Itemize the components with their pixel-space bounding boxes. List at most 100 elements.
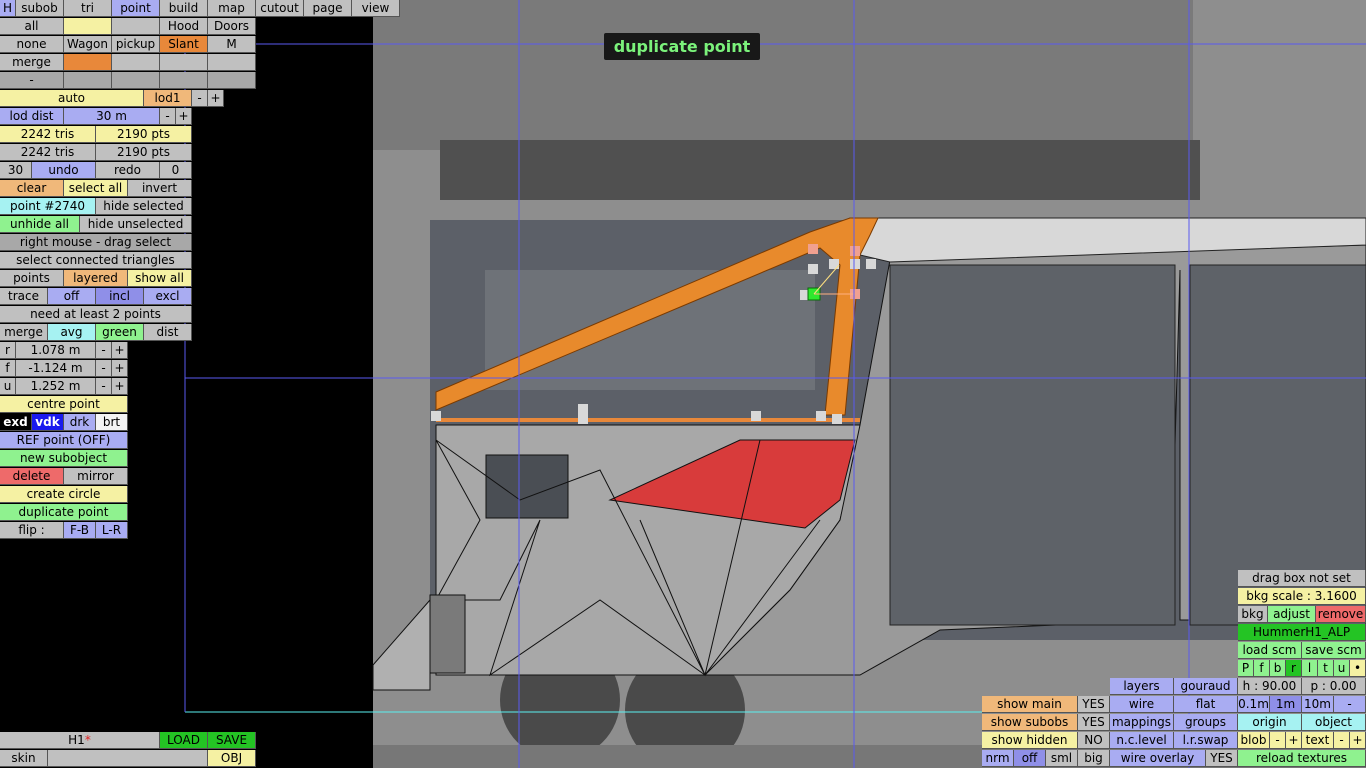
load-scm-button[interactable]: load scm <box>1238 642 1302 659</box>
blob-minus-button[interactable]: - <box>1270 732 1286 749</box>
grid-10m-button[interactable]: 10m <box>1302 696 1334 713</box>
preset-m[interactable]: M <box>208 36 256 53</box>
ref-point-button[interactable]: REF point (OFF) <box>0 432 128 449</box>
show-all-toggle[interactable]: show all <box>128 270 192 287</box>
mode-vdk-button[interactable]: vdk <box>32 414 64 431</box>
lod-minus-button[interactable]: - <box>192 90 208 107</box>
vertex[interactable] <box>850 259 860 269</box>
groups-toggle[interactable]: groups <box>1174 714 1238 731</box>
view-l-button[interactable]: l <box>1302 660 1318 677</box>
show-hidden-toggle[interactable]: show hidden <box>982 732 1078 749</box>
lod-dist-value[interactable]: 30 m <box>64 108 160 125</box>
grid-minus-button[interactable]: - <box>1334 696 1366 713</box>
slot-empty[interactable] <box>160 54 208 71</box>
lod-plus-button[interactable]: + <box>208 90 224 107</box>
file-name[interactable]: H1* <box>0 732 160 749</box>
show-hidden-value[interactable]: NO <box>1078 732 1110 749</box>
lod-dist-minus[interactable]: - <box>160 108 176 125</box>
slot-empty[interactable] <box>64 72 112 89</box>
tab-view[interactable]: view <box>352 0 400 17</box>
point-size-big[interactable]: big <box>1078 750 1110 767</box>
trace-off-button[interactable]: off <box>48 288 96 305</box>
wire-toggle[interactable]: wire <box>1110 696 1174 713</box>
coord-r-plus[interactable]: + <box>112 342 128 359</box>
select-all-button[interactable]: all <box>0 18 64 35</box>
mode-exd-button[interactable]: exd <box>0 414 32 431</box>
tab-build[interactable]: build <box>160 0 208 17</box>
vertex[interactable] <box>751 411 761 421</box>
object-button[interactable]: object <box>1302 714 1366 731</box>
preset-pickup[interactable]: pickup <box>112 36 160 53</box>
flip-fb-button[interactable]: F-B <box>64 522 96 539</box>
hide-unselected-button[interactable]: hide unselected <box>80 216 192 233</box>
blob-plus-button[interactable]: + <box>1286 732 1302 749</box>
merge-green-button[interactable]: green <box>96 324 144 341</box>
blob-button[interactable]: blob <box>1238 732 1270 749</box>
centre-point-button[interactable]: centre point <box>0 396 128 413</box>
bkg-scale[interactable]: bkg scale : 3.1600 <box>1238 588 1366 605</box>
select-none-button[interactable]: none <box>0 36 64 53</box>
preset-slant[interactable]: Slant <box>160 36 208 53</box>
coord-r-value[interactable]: 1.078 m <box>16 342 96 359</box>
mode-drk-button[interactable]: drk <box>64 414 96 431</box>
vertex[interactable] <box>578 404 588 414</box>
pitch-value[interactable]: p : 0.00 <box>1302 678 1366 695</box>
view-f-button[interactable]: f <box>1254 660 1270 677</box>
reload-textures-button[interactable]: reload textures <box>1238 750 1366 767</box>
lod-auto-button[interactable]: auto <box>0 90 144 107</box>
view-t-button[interactable]: t <box>1318 660 1334 677</box>
new-subobject-button[interactable]: new subobject <box>0 450 128 467</box>
show-main-value[interactable]: YES <box>1078 696 1110 713</box>
gouraud-toggle[interactable]: gouraud <box>1174 678 1238 695</box>
grid-0.1m-button[interactable]: 0.1m <box>1238 696 1270 713</box>
slot-empty[interactable] <box>160 72 208 89</box>
hide-selected-button[interactable]: hide selected <box>96 198 192 215</box>
vertex[interactable] <box>808 264 818 274</box>
coord-u-plus[interactable]: + <box>112 378 128 395</box>
preset-blank-2[interactable] <box>112 18 160 35</box>
view-p-button[interactable]: P <box>1238 660 1254 677</box>
merge-points-button[interactable]: merge <box>0 324 48 341</box>
select-all-points-button[interactable]: select all <box>64 180 128 197</box>
undo-button[interactable]: undo <box>32 162 96 179</box>
vertex-selected[interactable] <box>850 246 860 256</box>
dash-button[interactable]: - <box>0 72 64 89</box>
coord-f-plus[interactable]: + <box>112 360 128 377</box>
load-button[interactable]: LOAD <box>160 732 208 749</box>
show-subobs-toggle[interactable]: show subobs <box>982 714 1078 731</box>
slot-empty[interactable] <box>112 54 160 71</box>
select-connected-button[interactable]: select connected triangles <box>0 252 192 269</box>
view-dot-button[interactable]: • <box>1350 660 1366 677</box>
wire-overlay-value[interactable]: YES <box>1206 750 1238 767</box>
trace-excl-button[interactable]: excl <box>144 288 192 305</box>
slot-empty[interactable] <box>208 54 256 71</box>
coord-u-minus[interactable]: - <box>96 378 112 395</box>
merge-avg-button[interactable]: avg <box>48 324 96 341</box>
color-swatch-orange[interactable] <box>64 54 112 71</box>
heading-value[interactable]: h : 90.00 <box>1238 678 1302 695</box>
vertex[interactable] <box>866 259 876 269</box>
view-u-button[interactable]: u <box>1334 660 1350 677</box>
flip-lr-button[interactable]: L-R <box>96 522 128 539</box>
merge-subobs-button[interactable]: merge <box>0 54 64 71</box>
vertex[interactable] <box>578 414 588 424</box>
merge-dist-button[interactable]: dist <box>144 324 192 341</box>
preset-blank[interactable] <box>64 18 112 35</box>
text-plus-button[interactable]: + <box>1350 732 1366 749</box>
text-minus-button[interactable]: - <box>1334 732 1350 749</box>
origin-button[interactable]: origin <box>1238 714 1302 731</box>
scm-name[interactable]: HummerH1_ALP <box>1238 624 1366 641</box>
invert-selection-button[interactable]: invert <box>128 180 192 197</box>
show-main-toggle[interactable]: show main <box>982 696 1078 713</box>
vertex-selected[interactable] <box>808 244 818 254</box>
mirror-button[interactable]: mirror <box>64 468 128 485</box>
preset-hood[interactable]: Hood <box>160 18 208 35</box>
tab-point[interactable]: point <box>112 0 160 17</box>
text-button[interactable]: text <box>1302 732 1334 749</box>
lr-swap-toggle[interactable]: l.r.swap <box>1174 732 1238 749</box>
create-circle-button[interactable]: create circle <box>0 486 128 503</box>
tab-map[interactable]: map <box>208 0 256 17</box>
layers-toggle[interactable]: layers <box>1110 678 1174 695</box>
show-subobs-value[interactable]: YES <box>1078 714 1110 731</box>
skin-field[interactable] <box>48 750 208 767</box>
